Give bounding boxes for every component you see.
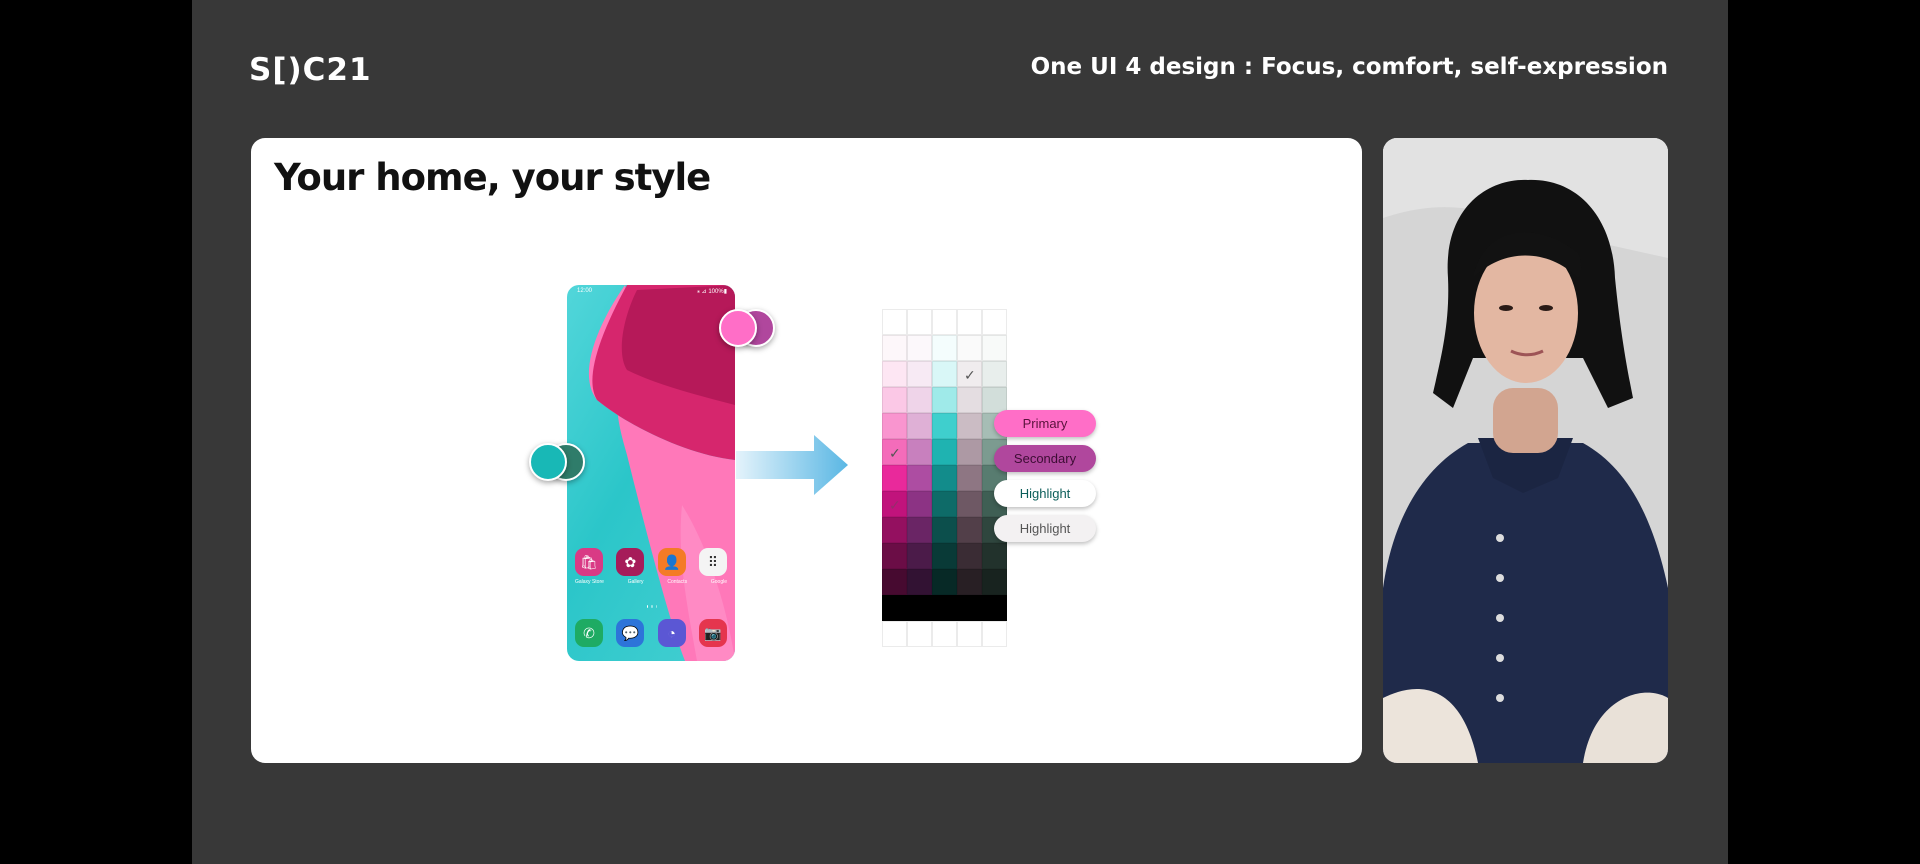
check-icon: ✓ [964,367,976,383]
check-icon: ✓ [889,497,901,513]
presenter-video [1383,138,1668,763]
app-label: Google [710,579,727,585]
secondary-pill: Secondary [994,445,1096,472]
status-icons: ⁎ ⊿ 100%▮ [696,289,727,295]
status-bar: 12:00 ⁎ ⊿ 100%▮ [577,288,727,295]
camera-icon: 📷 [698,619,727,647]
check-icon: ✓ [889,445,901,461]
app-label: Contacts [667,579,688,585]
dock: ✆ 💬 ◔ 📷 [575,619,727,647]
app-label: Gallery [627,579,644,585]
internet-icon: ◔ [657,619,686,647]
slide-card: Your home, your style 12:00 ⁎ ⊿ 100%▮ 🛍 … [251,138,1362,763]
teal-color-dot [529,443,567,481]
highlight-pill: Highlight [994,480,1096,507]
status-time: 12:00 [577,288,593,294]
sdc21-logo: S[)C21 [249,52,372,88]
presenter-image [1383,138,1668,763]
slide-title: Your home, your style [274,156,711,199]
phone-mockup: 12:00 ⁎ ⊿ 100%▮ 🛍 ✿ 👤 ⠿ Galaxy Store Gal… [567,285,735,661]
google-folder-icon: ⠿ [698,548,727,576]
presentation-subtitle: One UI 4 design : Focus, comfort, self-e… [1030,54,1668,80]
highlight-neutral-pill: Highlight [994,515,1096,542]
primary-color-dot [719,309,757,347]
messages-icon: 💬 [616,619,645,647]
presentation-stage: S[)C21 One UI 4 design : Focus, comfort,… [192,0,1728,864]
color-palette-grid: ✓ ✓ ✓ [882,309,1007,647]
phone-app-icon: ✆ [575,619,603,647]
gallery-icon: ✿ [616,548,645,576]
contacts-icon: 👤 [657,548,686,576]
app-label: Galaxy Store [575,579,604,585]
app-row-top: 🛍 ✿ 👤 ⠿ [575,548,727,576]
primary-pill: Primary [994,410,1096,437]
galaxy-store-icon: 🛍 [575,548,603,576]
arrow-right-icon [736,435,848,495]
page-indicator [647,605,657,608]
